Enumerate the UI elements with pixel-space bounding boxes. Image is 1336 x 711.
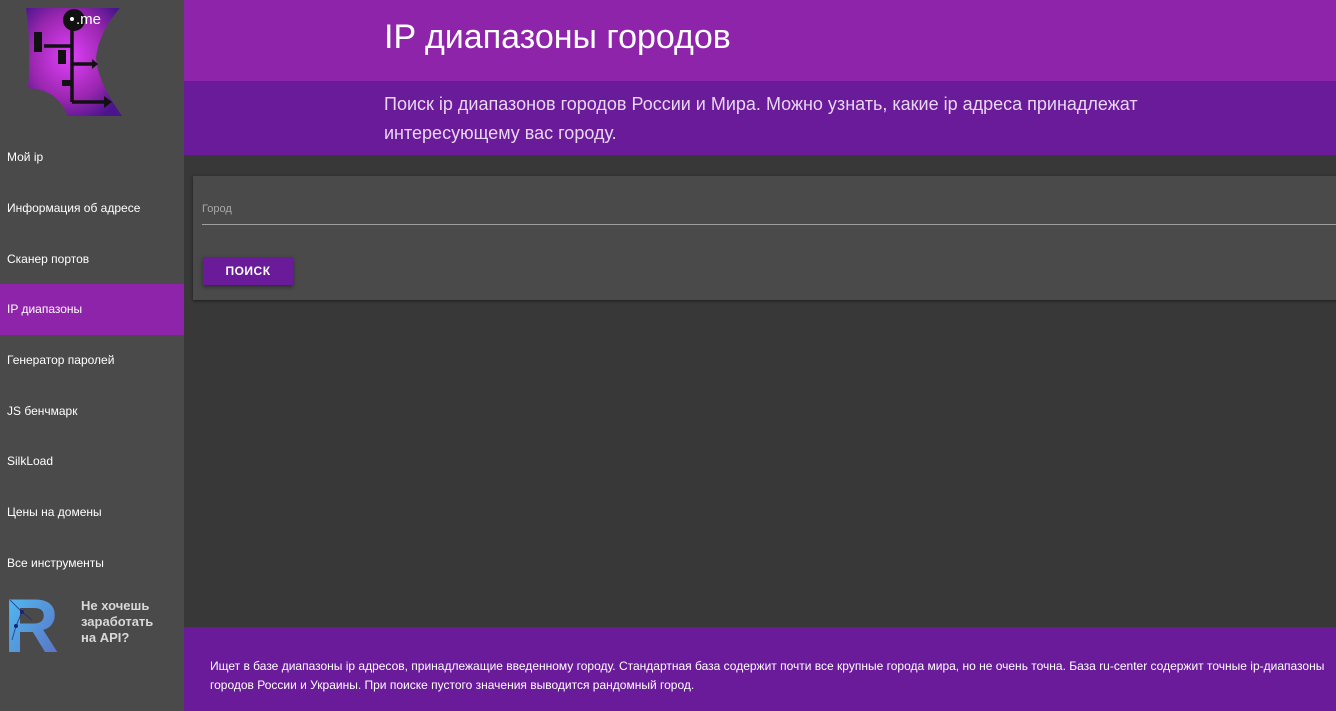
page-header: IP диапазоны городов: [184, 0, 1336, 81]
logo-text: .me: [76, 11, 101, 28]
sidebar-item-js-benchmark[interactable]: JS бенчмарк: [0, 385, 184, 436]
sidebar-item-label: Генератор паролей: [7, 353, 115, 368]
sidebar-item-ip-ranges[interactable]: IP диапазоны: [0, 284, 184, 335]
sidebar-item-label: Информация об адресе: [7, 201, 141, 216]
sidebar-item-label: IP диапазоны: [7, 302, 83, 317]
sidebar-item-silkload[interactable]: SilkLoad: [0, 436, 184, 487]
sidebar-item-label: Мой ip: [7, 150, 44, 165]
page-subtitle: Поиск ip диапазонов городов России и Мир…: [384, 94, 1138, 143]
api-promo-text: Не хочешь заработать на API?: [81, 598, 154, 645]
sidebar-item-domain-prices[interactable]: Цены на домены: [0, 487, 184, 538]
page-footer: Ищет в базе диапазоны ip адресов, принад…: [184, 627, 1336, 711]
sidebar: .me Мой ip Информация об адресе Сканер п…: [0, 0, 184, 711]
sidebar-item-label: Все инструменты: [7, 555, 104, 570]
api-logo-icon: R: [6, 590, 59, 654]
sidebar-item-my-ip[interactable]: Мой ip: [0, 132, 184, 183]
sidebar-item-port-scanner[interactable]: Сканер портов: [0, 233, 184, 284]
sidebar-nav: Мой ip Информация об адресе Сканер порто…: [0, 132, 184, 588]
search-button[interactable]: ПОИСК: [203, 257, 293, 285]
search-card: ПОИСК: [193, 176, 1336, 300]
city-input[interactable]: [202, 194, 1336, 225]
sidebar-item-password-generator[interactable]: Генератор паролей: [0, 335, 184, 386]
api-logo-letter: R: [6, 590, 59, 654]
api-promo-banner[interactable]: R Не хочешь заработать на API?: [6, 590, 176, 656]
page-title: IP диапазоны городов: [384, 18, 731, 56]
sidebar-item-label: JS бенчмарк: [7, 403, 78, 418]
page-header-description: Поиск ip диапазонов городов России и Мир…: [184, 81, 1336, 155]
sidebar-item-address-info[interactable]: Информация об адресе: [0, 183, 184, 234]
sidebar-item-label: Цены на домены: [7, 505, 102, 520]
footer-description: Ищет в базе диапазоны ip адресов, принад…: [210, 659, 1325, 692]
sidebar-item-label: Сканер портов: [7, 251, 90, 266]
site-logo[interactable]: .me: [24, 6, 124, 118]
sidebar-item-all-tools[interactable]: Все инструменты: [0, 538, 184, 589]
sidebar-item-label: SilkLoad: [7, 454, 54, 469]
